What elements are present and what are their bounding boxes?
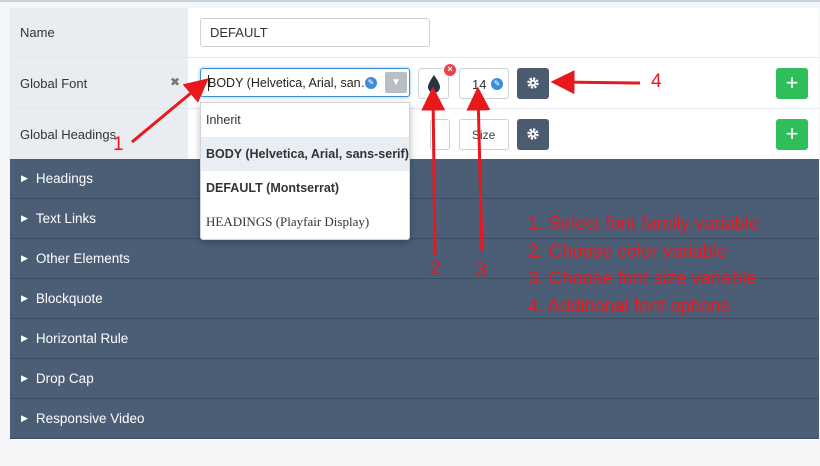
page-top-edge — [0, 0, 820, 2]
pencil-icon[interactable]: ✎ — [491, 78, 503, 90]
marker-1: 1 — [113, 134, 124, 155]
add-font-button[interactable]: + — [776, 68, 808, 99]
name-input[interactable] — [200, 18, 430, 47]
note-3: 3. Choose font size variable — [528, 267, 757, 288]
headings-size-field[interactable]: Size — [459, 119, 509, 150]
add-headings-button[interactable]: + — [776, 119, 808, 150]
section-label: Other Elements — [35, 251, 130, 266]
caret-right-icon: ▶ — [21, 173, 28, 183]
section-label: Drop Cap — [35, 371, 94, 386]
name-row: Name — [10, 8, 819, 58]
global-headings-row: Global Headings Size + — [10, 109, 819, 159]
section-responsive-video[interactable]: ▶ Responsive Video — [10, 399, 819, 439]
section-label: Horizontal Rule — [35, 331, 129, 346]
font-option-default[interactable]: DEFAULT (Montserrat) — [201, 171, 409, 205]
section-label: Responsive Video — [35, 411, 145, 426]
note-2: 2. Choose color variable — [528, 239, 728, 261]
font-option-headings[interactable]: HEADINGS (Playfair Display) — [201, 205, 409, 239]
gear-icon — [527, 128, 539, 140]
remove-row-icon[interactable]: ✖ — [170, 75, 180, 89]
plus-icon: + — [785, 121, 799, 146]
section-label: Blockquote — [35, 291, 103, 306]
text-cursor — [208, 75, 209, 91]
caret-right-icon: ▶ — [21, 413, 28, 423]
caret-right-icon: ▶ — [21, 213, 28, 223]
caret-right-icon: ▶ — [21, 333, 28, 343]
font-size-value: 14 — [472, 77, 487, 92]
section-drop-cap[interactable]: ▶ Drop Cap — [10, 359, 819, 399]
annotation-notes: 1. Select font family variable 2. Choose… — [528, 209, 759, 319]
headings-size-placeholder: Size — [472, 128, 496, 142]
font-family-dropdown: Inherit BODY (Helvetica, Arial, sans-ser… — [200, 102, 410, 240]
drop-icon — [428, 75, 440, 93]
section-horizontal-rule[interactable]: ▶ Horizontal Rule — [10, 319, 819, 359]
pencil-icon[interactable]: ✎ — [365, 77, 377, 89]
headings-options-button[interactable] — [517, 119, 549, 150]
font-option-body[interactable]: BODY (Helvetica, Arial, sans-serif) — [201, 137, 409, 171]
caret-right-icon: ▶ — [21, 253, 28, 263]
section-headings[interactable]: ▶ Headings — [10, 159, 819, 199]
marker-4: 4 — [651, 71, 662, 92]
caret-right-icon: ▶ — [21, 373, 28, 383]
global-font-label: Global Font — [10, 58, 188, 108]
font-family-value: BODY (Helvetica, Arial, sans-serif) — [208, 76, 376, 90]
gear-icon — [527, 77, 539, 89]
plus-icon: + — [785, 70, 799, 95]
chevron-down-icon[interactable]: ▼ — [385, 72, 407, 93]
font-option-inherit[interactable]: Inherit — [201, 103, 409, 137]
caret-right-icon: ▶ — [21, 293, 28, 303]
note-4: 4. Additional font options — [528, 294, 730, 316]
font-family-select[interactable]: BODY (Helvetica, Arial, sans-serif) ✎ ▼ — [200, 68, 410, 97]
name-label: Name — [10, 8, 188, 57]
font-size-field[interactable]: 14 ✎ — [459, 68, 509, 99]
section-label: Headings — [35, 171, 93, 186]
note-1: 1. Select font family variable — [528, 212, 760, 233]
font-options-button[interactable] — [517, 68, 549, 99]
clear-color-x-icon[interactable]: × — [443, 63, 457, 77]
headings-color-button[interactable] — [430, 119, 450, 150]
global-headings-label: Global Headings — [10, 109, 188, 159]
global-font-row: Global Font ✖ BODY (Helvetica, Arial, sa… — [10, 58, 819, 109]
marker-3: 3 — [476, 260, 487, 281]
section-label: Text Links — [35, 211, 96, 226]
marker-2: 2 — [430, 258, 441, 279]
